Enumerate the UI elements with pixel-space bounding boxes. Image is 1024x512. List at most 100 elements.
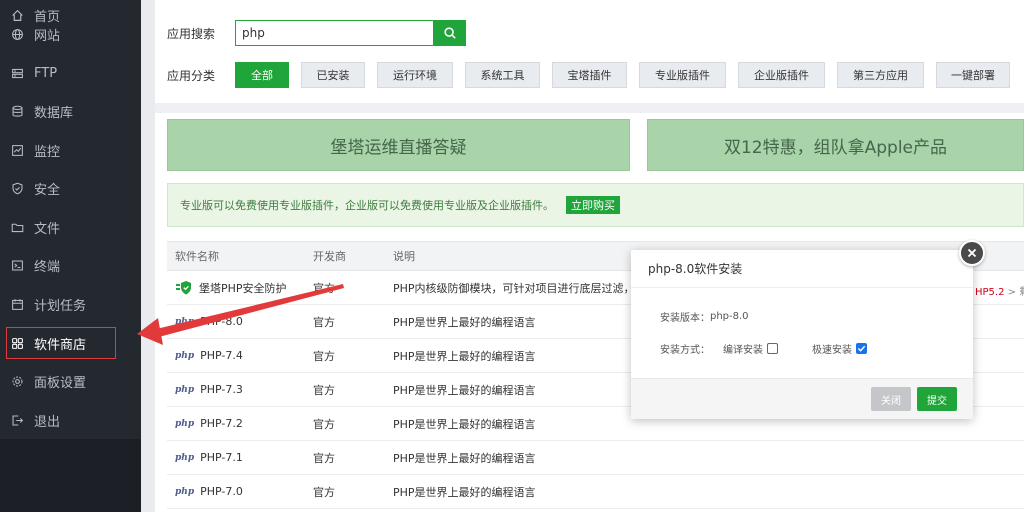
compile-option-label: 编译安装: [723, 344, 763, 356]
software-description: PHP是世界上最好的编程语言: [393, 451, 536, 465]
header-vendor[interactable]: 开发商: [307, 248, 387, 264]
search-input[interactable]: php: [235, 20, 433, 46]
version-label: 安装版本：: [660, 312, 710, 324]
php-logo-icon: php: [175, 486, 195, 497]
software-name: PHP-7.0: [200, 485, 243, 498]
close-button[interactable]: 关闭: [871, 387, 911, 411]
fast-install-checkbox[interactable]: [856, 342, 867, 354]
software-vendor: 官方: [313, 417, 335, 431]
software-vendor: 官方: [313, 315, 335, 329]
table-row[interactable]: php PHP-7.1 官方 PHP是世界上最好的编程语言: [167, 441, 1024, 475]
software-name: 堡塔PHP安全防护: [199, 281, 287, 295]
version-line: 安装版本： php-8.0: [660, 307, 973, 325]
sidebar-item-security[interactable]: 安全: [0, 169, 141, 207]
sidebar-item-label: 监控: [34, 144, 61, 160]
sidebar-item-cron[interactable]: 计划任务: [0, 285, 141, 323]
sidebar-item-label: 数据库: [34, 105, 74, 121]
category-installed[interactable]: 已安装: [301, 62, 365, 88]
software-vendor: 官方: [313, 383, 335, 397]
category-pro-plugins[interactable]: 专业版插件: [639, 62, 726, 88]
software-vendor: 官方: [313, 451, 335, 465]
calendar-icon: [10, 297, 24, 311]
checkmark-icon: [857, 345, 866, 352]
ftp-icon: [10, 66, 24, 80]
software-vendor: 官方: [313, 349, 335, 363]
category-row: 应用分类 全部 已安装 运行环境 系统工具 宝塔插件 专业版插件 企业版插件 第…: [167, 62, 1022, 88]
sidebar: 首页 网站 FTP 数据库 监控 安全 文件 终端 计划任务 软件商店 面板设置: [0, 0, 141, 512]
sidebar-item-database[interactable]: 数据库: [0, 92, 141, 130]
sidebar-item-label: 终端: [34, 259, 61, 275]
sidebar-item-files[interactable]: 文件: [0, 208, 141, 246]
software-name: PHP-7.1: [200, 451, 243, 464]
sidebar-item-ftp[interactable]: FTP: [0, 54, 141, 92]
category-all[interactable]: 全部: [235, 62, 289, 88]
php-logo-icon: php: [175, 418, 195, 429]
install-dialog: php-8.0软件安装 安装版本： php-8.0 安装方式： 编译安装 极速安…: [631, 250, 973, 419]
php-logo-icon: php: [175, 384, 195, 395]
sidebar-item-terminal[interactable]: 终端: [0, 246, 141, 284]
sidebar-item-label: 退出: [34, 414, 61, 430]
shield-plugin-icon: [176, 280, 191, 294]
banner-live-qa[interactable]: 堡塔运维直播答疑: [167, 119, 630, 171]
database-icon: [10, 104, 24, 118]
buy-now-button[interactable]: 立即购买: [566, 196, 620, 214]
folder-icon: [10, 220, 24, 234]
logout-icon: [10, 413, 24, 427]
shield-icon: [10, 181, 24, 195]
software-name: PHP-8.0: [200, 315, 243, 328]
category-enterprise-plugins[interactable]: 企业版插件: [738, 62, 825, 88]
search-label: 应用搜索: [167, 26, 216, 41]
close-icon: [967, 248, 977, 258]
section-divider: [155, 103, 1024, 113]
category-bt-plugins[interactable]: 宝塔插件: [552, 62, 627, 88]
category-runtime[interactable]: 运行环境: [377, 62, 453, 88]
sidebar-item-label: FTP: [34, 65, 58, 81]
row-extra-tail: > 剩: [1007, 287, 1024, 298]
monitor-icon: [10, 143, 24, 157]
php-logo-icon: php: [175, 452, 195, 463]
dialog-title: php-8.0软件安装: [631, 250, 973, 288]
category-label: 应用分类: [167, 68, 216, 83]
sidebar-footer: [0, 439, 141, 512]
sidebar-item-label: 软件商店: [34, 337, 87, 353]
dialog-close-button[interactable]: [959, 240, 985, 266]
sidebar-item-label: 计划任务: [34, 298, 87, 314]
sidebar-item-app-store[interactable]: 软件商店: [0, 324, 141, 362]
submit-button[interactable]: 提交: [917, 387, 957, 411]
sidebar-item-label: 面板设置: [34, 375, 87, 391]
grid-icon: [10, 336, 24, 350]
terminal-icon: [10, 258, 24, 272]
notice-text: 专业版可以免费使用专业版插件，企业版可以免费使用专业版及企业版插件。: [180, 199, 554, 212]
pro-notice: 专业版可以免费使用专业版插件，企业版可以免费使用专业版及企业版插件。 立即购买: [167, 183, 1024, 227]
banner-double12-promo[interactable]: 双12特惠，组队拿Apple产品: [647, 119, 1024, 171]
compile-install-checkbox[interactable]: [767, 342, 778, 354]
table-row[interactable]: php PHP-7.0 官方 PHP是世界上最好的编程语言: [167, 475, 1024, 509]
header-name[interactable]: 软件名称: [167, 248, 307, 264]
sidebar-item-logout[interactable]: 退出: [0, 401, 141, 439]
sidebar-item-monitor[interactable]: 监控: [0, 131, 141, 169]
gear-icon: [10, 374, 24, 388]
sidebar-item-website[interactable]: 网站: [0, 15, 141, 53]
sidebar-item-label: 安全: [34, 182, 61, 198]
software-vendor: 官方: [313, 281, 335, 295]
software-description: PHP是世界上最好的编程语言: [393, 485, 536, 499]
search-row: 应用搜索 php: [167, 20, 466, 46]
search-button[interactable]: [433, 20, 466, 46]
row-extra-info: HP5.2 > 剩: [975, 283, 1024, 298]
php-logo-icon: php: [175, 316, 195, 327]
sidebar-item-label: 文件: [34, 221, 61, 237]
category-system-tools[interactable]: 系统工具: [465, 62, 540, 88]
sidebar-item-label: 网站: [34, 28, 61, 44]
software-vendor: 官方: [313, 485, 335, 499]
version-value: php-8.0: [710, 310, 749, 322]
dialog-footer: 关闭 提交: [631, 378, 973, 419]
category-third-party[interactable]: 第三方应用: [837, 62, 924, 88]
fast-option-label: 极速安装: [812, 344, 852, 356]
sidebar-item-settings[interactable]: 面板设置: [0, 362, 141, 400]
category-one-click-deploy[interactable]: 一键部署: [936, 62, 1010, 88]
php-version-range: HP5.2: [975, 287, 1005, 298]
php-logo-icon: php: [175, 350, 195, 361]
software-name: PHP-7.3: [200, 383, 243, 396]
method-line: 安装方式： 编译安装 极速安装: [660, 339, 973, 357]
software-name: PHP-7.4: [200, 349, 243, 362]
